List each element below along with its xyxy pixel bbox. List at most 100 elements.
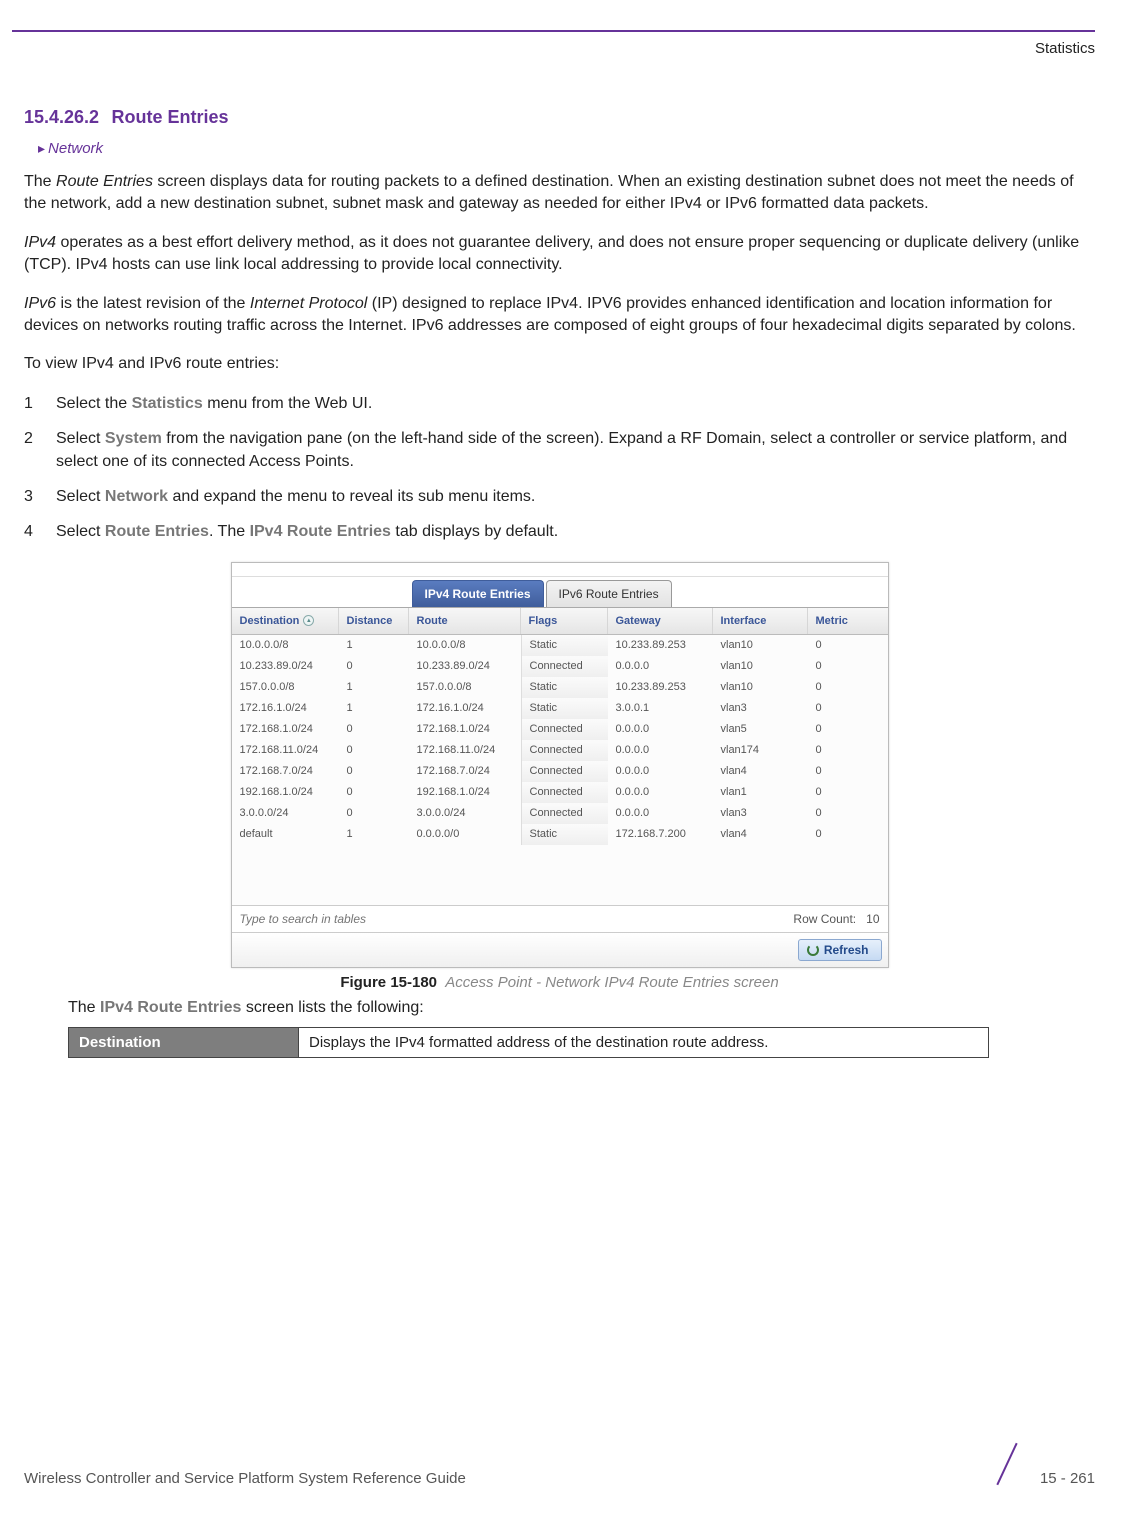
table-footer-row: Row Count: 10 — [232, 905, 888, 932]
cell-gateway: 0.0.0.0 — [608, 761, 713, 782]
cell-distance: 0 — [339, 761, 409, 782]
cell-flags: Connected — [521, 656, 608, 677]
row-count-value: 10 — [866, 912, 879, 926]
cell-route: 10.0.0.0/8 — [409, 635, 521, 656]
col-header-distance[interactable]: Distance — [339, 608, 409, 634]
cell-distance: 0 — [339, 782, 409, 803]
text: menu from the Web UI. — [203, 395, 373, 412]
route-entries-panel: IPv4 Route Entries IPv6 Route Entries De… — [231, 562, 889, 968]
cell-interface: vlan174 — [713, 740, 808, 761]
cell-metric: 0 — [808, 740, 888, 761]
cell-destination: 172.168.7.0/24 — [232, 761, 339, 782]
table-row[interactable]: 172.168.11.0/240172.168.11.0/24Connected… — [232, 740, 888, 761]
table-body: 10.0.0.0/8110.0.0.0/8Static10.233.89.253… — [232, 635, 888, 845]
figure-caption: Figure 15-180 Access Point - Network IPv… — [24, 974, 1095, 991]
cell-route: 172.168.11.0/24 — [409, 740, 521, 761]
breadcrumb-link[interactable]: Network — [48, 140, 103, 157]
table-row[interactable]: 172.168.7.0/240172.168.7.0/24Connected0.… — [232, 761, 888, 782]
text: Select the — [56, 395, 132, 412]
cell-destination: 172.168.1.0/24 — [232, 719, 339, 740]
keyword: Route Entries — [105, 523, 209, 540]
cell-destination: 157.0.0.0/8 — [232, 677, 339, 698]
breadcrumb: ▸ Network — [38, 140, 1095, 157]
table-header-row: Destination Distance Route Flags Gateway… — [232, 608, 888, 635]
cell-gateway: 0.0.0.0 — [608, 740, 713, 761]
col-header-destination[interactable]: Destination — [232, 608, 339, 634]
table-row[interactable]: default10.0.0.0/0Static172.168.7.200vlan… — [232, 824, 888, 845]
figure-number: Figure 15-180 — [340, 974, 437, 991]
cell-interface: vlan10 — [713, 635, 808, 656]
cell-destination: 192.168.1.0/24 — [232, 782, 339, 803]
cell-distance: 1 — [339, 677, 409, 698]
cell-metric: 0 — [808, 761, 888, 782]
table-row[interactable]: 157.0.0.0/81157.0.0.0/8Static10.233.89.2… — [232, 677, 888, 698]
tab-ipv6-route-entries[interactable]: IPv6 Route Entries — [546, 580, 672, 607]
text: screen displays data for routing packets… — [24, 173, 1074, 212]
figure-title: Access Point - Network IPv4 Route Entrie… — [445, 974, 778, 991]
col-header-route[interactable]: Route — [409, 608, 521, 634]
cell-interface: vlan4 — [713, 761, 808, 782]
chevron-right-icon: ▸ — [38, 140, 45, 157]
cell-interface: vlan5 — [713, 719, 808, 740]
tabs-row: IPv4 Route Entries IPv6 Route Entries — [232, 577, 888, 608]
refresh-icon — [807, 944, 819, 956]
table-empty-space — [232, 845, 888, 905]
search-input[interactable] — [240, 912, 440, 926]
cell-distance: 1 — [339, 635, 409, 656]
refresh-button[interactable]: Refresh — [798, 939, 882, 961]
definition-term: Destination — [69, 1027, 299, 1057]
col-header-gateway[interactable]: Gateway — [608, 608, 713, 634]
text: Select — [56, 523, 105, 540]
cell-distance: 0 — [339, 719, 409, 740]
panel-footer: Refresh — [232, 932, 888, 967]
cell-route: 0.0.0.0/0 — [409, 824, 521, 845]
figure-container: IPv4 Route Entries IPv6 Route Entries De… — [24, 562, 1095, 968]
text: The — [24, 173, 56, 190]
cell-destination: 10.0.0.0/8 — [232, 635, 339, 656]
cell-gateway: 0.0.0.0 — [608, 719, 713, 740]
cell-gateway: 172.168.7.200 — [608, 824, 713, 845]
cell-destination: 172.168.11.0/24 — [232, 740, 339, 761]
cell-interface: vlan10 — [713, 677, 808, 698]
cell-route: 172.168.7.0/24 — [409, 761, 521, 782]
table-row[interactable]: 192.168.1.0/240192.168.1.0/24Connected0.… — [232, 782, 888, 803]
cell-flags: Connected — [521, 782, 608, 803]
col-header-interface[interactable]: Interface — [713, 608, 808, 634]
table-row[interactable]: 172.168.1.0/240172.168.1.0/24Connected0.… — [232, 719, 888, 740]
table-row[interactable]: 3.0.0.0/2403.0.0.0/24Connected0.0.0.0vla… — [232, 803, 888, 824]
keyword: IPv4 Route Entries — [250, 523, 391, 540]
table-row[interactable]: 10.0.0.0/8110.0.0.0/8Static10.233.89.253… — [232, 635, 888, 656]
cell-gateway: 3.0.0.1 — [608, 698, 713, 719]
cell-flags: Connected — [521, 761, 608, 782]
page-number-block: 15 - 261 — [986, 1443, 1095, 1487]
keyword: System — [105, 430, 162, 447]
text: screen lists the following: — [241, 999, 423, 1016]
cell-metric: 0 — [808, 719, 888, 740]
cell-metric: 0 — [808, 803, 888, 824]
cell-metric: 0 — [808, 656, 888, 677]
refresh-label: Refresh — [824, 943, 869, 957]
text-italic: IPv4 — [24, 234, 56, 251]
cell-flags: Connected — [521, 740, 608, 761]
col-header-flags[interactable]: Flags — [521, 608, 608, 634]
cell-destination: 10.233.89.0/24 — [232, 656, 339, 677]
sort-asc-icon[interactable] — [303, 615, 314, 626]
step-2: Select System from the navigation pane (… — [24, 427, 1095, 473]
table-row[interactable]: 10.233.89.0/24010.233.89.0/24Connected0.… — [232, 656, 888, 677]
table-row[interactable]: 172.16.1.0/241172.16.1.0/24Static3.0.0.1… — [232, 698, 888, 719]
cell-distance: 0 — [339, 740, 409, 761]
cell-route: 3.0.0.0/24 — [409, 803, 521, 824]
cell-distance: 0 — [339, 656, 409, 677]
text-italic: Internet Protocol — [250, 295, 367, 312]
keyword: Statistics — [132, 395, 203, 412]
procedure-steps: Select the Statistics menu from the Web … — [24, 392, 1095, 544]
tab-ipv4-route-entries[interactable]: IPv4 Route Entries — [412, 580, 544, 607]
page-number: 15 - 261 — [1040, 1470, 1095, 1487]
cell-metric: 0 — [808, 698, 888, 719]
cell-metric: 0 — [808, 677, 888, 698]
cell-gateway: 0.0.0.0 — [608, 803, 713, 824]
cell-metric: 0 — [808, 782, 888, 803]
col-header-metric[interactable]: Metric — [808, 608, 888, 634]
text: tab displays by default. — [391, 523, 558, 540]
keyword: IPv4 Route Entries — [100, 999, 241, 1016]
